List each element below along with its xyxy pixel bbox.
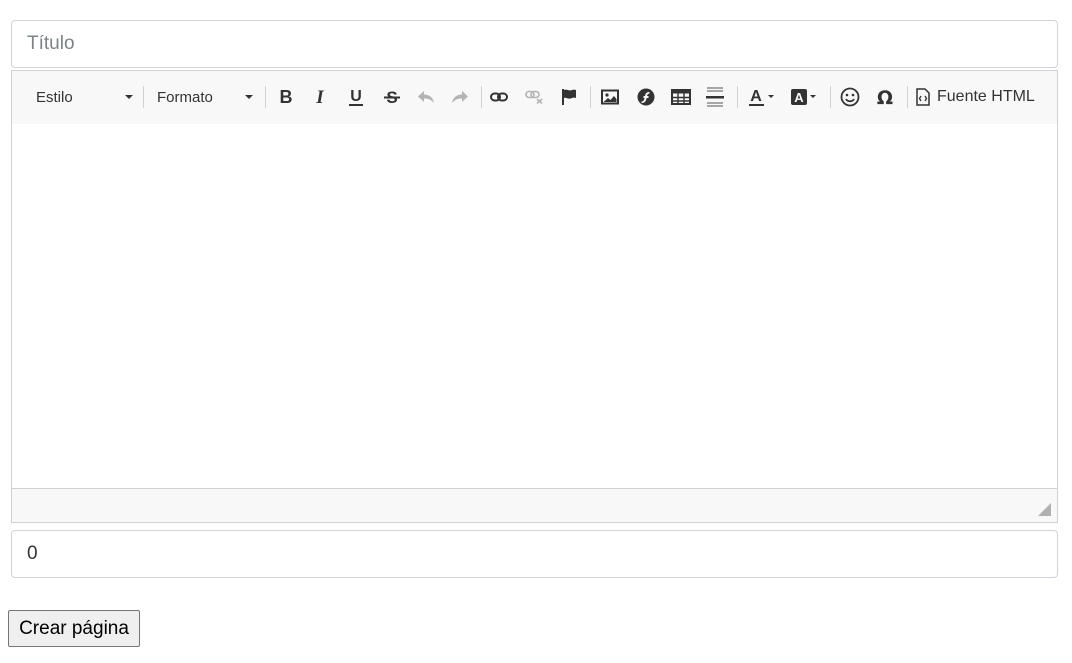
bold-button[interactable]: B [275,84,297,110]
anchor-button[interactable] [558,84,580,110]
style-dropdown[interactable]: Estilo [36,84,133,110]
table-button[interactable] [670,84,692,110]
editor-status-bar [12,488,1057,522]
format-dropdown-label: Formato [157,88,213,106]
chevron-down-icon [245,95,253,99]
text-color-icon: A [749,88,774,106]
anchor-flag-icon [562,89,576,105]
omega-icon: Ω [877,87,893,107]
svg-text:U: U [350,88,362,105]
horizontal-rule-icon [706,87,724,107]
svg-text:Ω: Ω [877,87,893,107]
image-icon [601,89,619,105]
strikethrough-button[interactable]: S [381,84,403,110]
strikethrough-icon: S [384,88,400,106]
source-icon [916,88,930,106]
bold-icon: B [280,88,293,106]
special-char-button[interactable]: Ω [874,84,896,110]
svg-text:B: B [280,88,293,106]
flash-icon [637,88,655,106]
format-dropdown[interactable]: Formato [157,84,253,110]
chevron-down-icon [125,95,133,99]
italic-icon: I [315,88,324,106]
unlink-icon [525,90,543,104]
svg-text:A: A [794,90,804,105]
emoji-button[interactable] [839,84,861,110]
italic-button[interactable]: I [309,84,331,110]
svg-text:I: I [315,88,324,106]
undo-button[interactable] [415,84,437,110]
toolbar-separator [143,86,144,108]
background-color-button[interactable]: A [789,84,819,110]
redo-icon [452,91,468,103]
create-page-button[interactable]: Crear página [8,610,140,647]
editor-content-area[interactable] [12,124,1057,488]
resize-handle-icon[interactable] [1038,503,1051,516]
smiley-icon [840,87,860,107]
source-button[interactable]: Fuente HTML [916,84,1038,110]
redo-button[interactable] [449,84,471,110]
image-button[interactable] [599,84,621,110]
toolbar-separator [481,86,482,108]
title-input[interactable] [11,20,1058,68]
rich-text-editor: Estilo Formato B I U S [11,70,1058,523]
link-button[interactable] [488,84,510,110]
underline-icon: U [349,88,363,106]
editor-toolbar: Estilo Formato B I U S [12,71,1057,125]
flash-button[interactable] [635,84,657,110]
svg-text:A: A [750,88,762,105]
style-dropdown-label: Estilo [36,88,73,106]
text-color-button[interactable]: A [747,84,777,110]
link-icon [490,92,508,102]
underline-button[interactable]: U [345,84,367,110]
toolbar-separator [830,86,831,108]
table-icon [671,89,691,105]
undo-icon [418,91,434,103]
background-color-icon: A [791,89,816,105]
horizontal-rule-button[interactable] [704,84,726,110]
source-button-label: Fuente HTML [937,88,1035,105]
toolbar-separator [907,86,908,108]
number-input[interactable] [11,530,1058,578]
toolbar-separator [590,86,591,108]
toolbar-separator [737,86,738,108]
unlink-button[interactable] [523,84,545,110]
toolbar-separator [265,86,266,108]
